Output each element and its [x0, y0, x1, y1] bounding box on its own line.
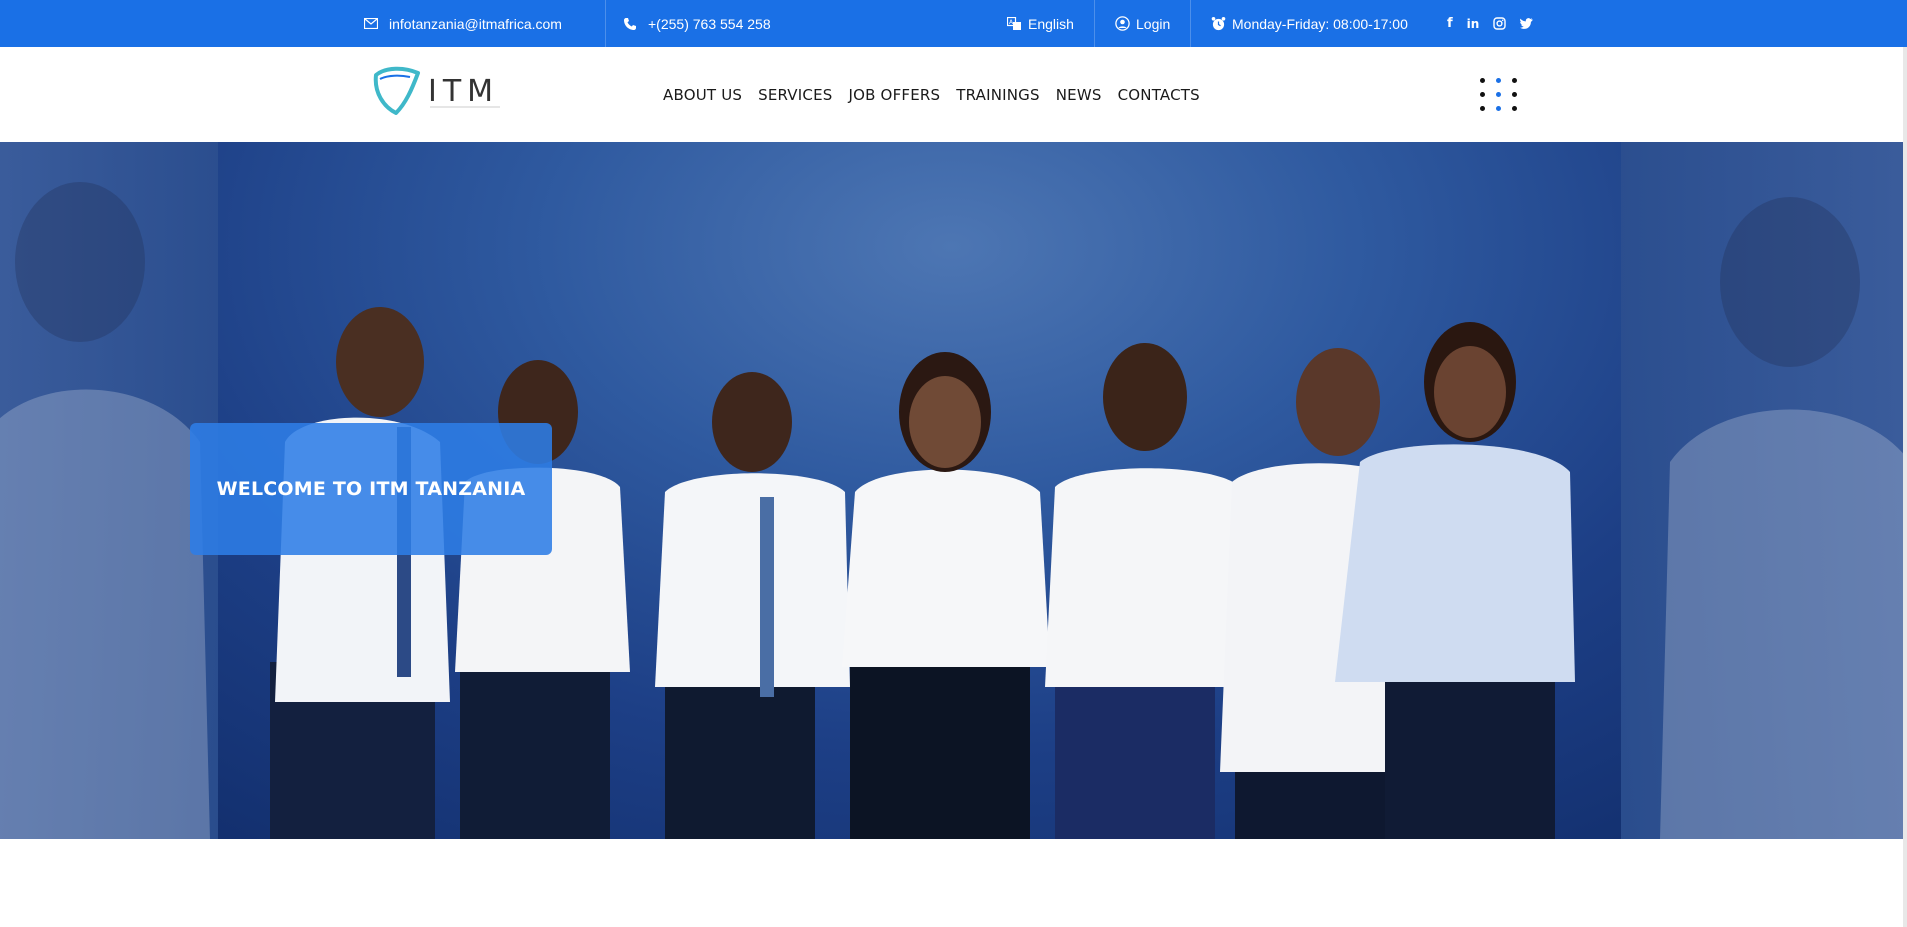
envelope-icon: [363, 16, 379, 32]
nav-about-us[interactable]: ABOUT US: [663, 86, 742, 104]
divider: [1094, 0, 1095, 47]
linkedin-icon[interactable]: in: [1467, 17, 1480, 31]
top-bar: infotanzania@itmafrica.com +(255) 763 55…: [0, 0, 1907, 47]
nav-services[interactable]: SERVICES: [758, 86, 832, 104]
phone-link[interactable]: +(255) 763 554 258: [622, 0, 771, 47]
menu-grid-icon[interactable]: [1480, 78, 1518, 116]
nav-contacts[interactable]: CONTACTS: [1118, 86, 1200, 104]
divider: [605, 0, 606, 47]
language-selector[interactable]: A English: [1006, 0, 1074, 47]
facebook-icon[interactable]: f: [1447, 16, 1453, 31]
logo-wordmark: ITM: [428, 74, 499, 109]
social-links: f in: [1447, 0, 1533, 47]
hours-text: Monday-Friday: 08:00-17:00: [1232, 15, 1408, 32]
login-link[interactable]: Login: [1114, 0, 1170, 47]
twitter-icon[interactable]: [1520, 18, 1533, 29]
user-circle-icon: [1114, 16, 1130, 32]
alarm-clock-icon: [1210, 16, 1226, 32]
hero-banner: WELCOME TO ITM TANZANIA: [0, 142, 1903, 839]
phone-text[interactable]: +(255) 763 554 258: [648, 16, 771, 32]
phone-icon: [622, 16, 638, 32]
main-navigation: ABOUT US SERVICES JOB OFFERS TRAININGS N…: [663, 47, 1200, 142]
nav-trainings[interactable]: TRAININGS: [956, 86, 1039, 104]
page-scrollbar[interactable]: [1903, 47, 1907, 927]
site-header: ITM ABOUT US SERVICES JOB OFFERS TRAININ…: [0, 47, 1907, 142]
nav-news[interactable]: NEWS: [1056, 86, 1102, 104]
welcome-heading: WELCOME TO ITM TANZANIA: [216, 478, 526, 500]
divider: [1190, 0, 1191, 47]
instagram-icon[interactable]: [1493, 17, 1507, 30]
translate-icon: A: [1006, 16, 1022, 32]
login-label[interactable]: Login: [1136, 16, 1170, 32]
itm-logo[interactable]: ITM: [372, 63, 504, 121]
language-label[interactable]: English: [1028, 16, 1074, 32]
business-hours: Monday-Friday: 08:00-17:00: [1210, 0, 1408, 47]
nav-job-offers[interactable]: JOB OFFERS: [848, 86, 940, 104]
email-link[interactable]: infotanzania@itmafrica.com: [363, 0, 562, 47]
email-text[interactable]: infotanzania@itmafrica.com: [389, 16, 562, 32]
welcome-card: WELCOME TO ITM TANZANIA: [190, 423, 552, 555]
